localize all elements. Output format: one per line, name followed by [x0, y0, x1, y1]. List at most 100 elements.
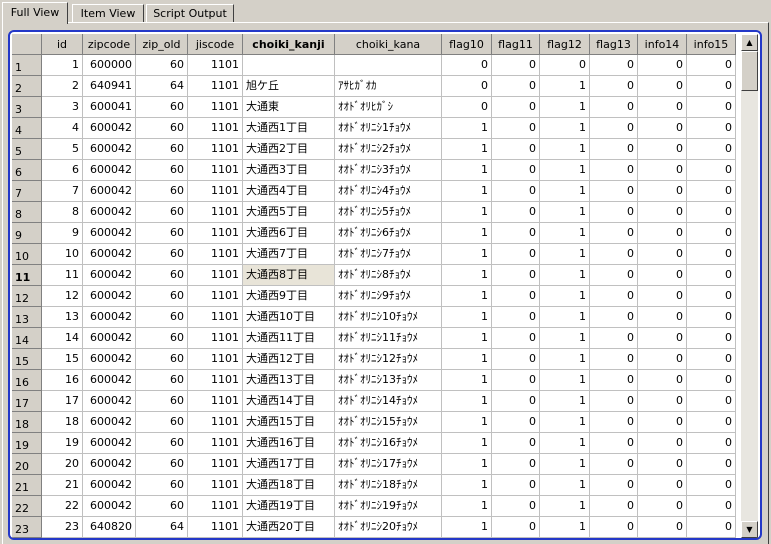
cell-choiki-kanji[interactable]: [243, 55, 335, 76]
cell-info15[interactable]: 0: [687, 97, 736, 118]
tab-item-view[interactable]: Item View: [72, 4, 144, 22]
cell-flag13[interactable]: 0: [590, 433, 638, 454]
cell-flag11[interactable]: 0: [492, 391, 540, 412]
cell-jiscode[interactable]: 1101: [188, 328, 243, 349]
cell-zip-old[interactable]: 60: [136, 97, 188, 118]
cell-jiscode[interactable]: 1101: [188, 349, 243, 370]
cell-info15[interactable]: 0: [687, 76, 736, 97]
cell-flag11[interactable]: 0: [492, 307, 540, 328]
row-header[interactable]: 1: [12, 55, 42, 76]
cell-jiscode[interactable]: 1101: [188, 391, 243, 412]
cell-flag10[interactable]: 1: [442, 160, 492, 181]
cell-choiki-kana[interactable]: ｵｵﾄﾞｵﾘﾆｼ7ﾁｮｳﾒ: [335, 244, 442, 265]
row-header[interactable]: 7: [12, 181, 42, 202]
cell-flag12[interactable]: 1: [540, 433, 590, 454]
cell-id[interactable]: 16: [42, 370, 83, 391]
cell-id[interactable]: 11: [42, 265, 83, 286]
cell-choiki-kanji[interactable]: 大通西17丁目: [243, 454, 335, 475]
cell-jiscode[interactable]: 1101: [188, 118, 243, 139]
data-grid[interactable]: id zipcode zip_old jiscode choiki_kanji choik…: [12, 34, 742, 538]
cell-zip-old[interactable]: 64: [136, 76, 188, 97]
cell-zip-old[interactable]: 60: [136, 349, 188, 370]
cell-id[interactable]: 9: [42, 223, 83, 244]
cell-choiki-kana[interactable]: ｵｵﾄﾞｵﾘﾆｼ3ﾁｮｳﾒ: [335, 160, 442, 181]
table-row[interactable]: 3 3 600041 60 1101 大通東 ｵｵﾄﾞｵﾘﾋｶﾞｼ 0 0 1 0 0 0: [12, 97, 742, 118]
row-header[interactable]: 14: [12, 328, 42, 349]
cell-info14[interactable]: 0: [638, 202, 687, 223]
cell-choiki-kana[interactable]: [335, 55, 442, 76]
table-row[interactable]: 10 10 600042 60 1101 大通西7丁目 ｵｵﾄﾞｵﾘﾆｼ7ﾁｮｳﾒ 1 0 1 0 0…: [12, 244, 742, 265]
cell-flag12[interactable]: 1: [540, 223, 590, 244]
cell-flag13[interactable]: 0: [590, 202, 638, 223]
cell-zipcode[interactable]: 600042: [83, 223, 136, 244]
table-row[interactable]: 8 8 600042 60 1101 大通西5丁目 ｵｵﾄﾞｵﾘﾆｼ5ﾁｮｳﾒ 1 0 1 0 0 0: [12, 202, 742, 223]
cell-info15[interactable]: 0: [687, 55, 736, 76]
cell-info14[interactable]: 0: [638, 265, 687, 286]
cell-info14[interactable]: 0: [638, 496, 687, 517]
cell-info14[interactable]: 0: [638, 349, 687, 370]
cell-jiscode[interactable]: 1101: [188, 517, 243, 538]
cell-flag13[interactable]: 0: [590, 118, 638, 139]
cell-id[interactable]: 15: [42, 349, 83, 370]
scrollbar-thumb[interactable]: [741, 51, 758, 91]
row-header[interactable]: 13: [12, 307, 42, 328]
row-header[interactable]: 22: [12, 496, 42, 517]
cell-zipcode[interactable]: 600041: [83, 97, 136, 118]
cell-zip-old[interactable]: 60: [136, 118, 188, 139]
arrow-up-icon[interactable]: ▲: [741, 34, 758, 51]
cell-jiscode[interactable]: 1101: [188, 223, 243, 244]
cell-flag10[interactable]: 1: [442, 139, 492, 160]
cell-flag10[interactable]: 1: [442, 454, 492, 475]
cell-zipcode[interactable]: 600042: [83, 307, 136, 328]
cell-id[interactable]: 13: [42, 307, 83, 328]
table-row[interactable]: 21 21 600042 60 1101 大通西18丁目 ｵｵﾄﾞｵﾘﾆｼ18ﾁｮｳﾒ 1 0 1…: [12, 475, 742, 496]
cell-choiki-kana[interactable]: ｵｵﾄﾞｵﾘﾆｼ20ﾁｮｳﾒ: [335, 517, 442, 538]
cell-flag12[interactable]: 1: [540, 370, 590, 391]
cell-choiki-kana[interactable]: ｵｵﾄﾞｵﾘﾆｼ17ﾁｮｳﾒ: [335, 454, 442, 475]
cell-jiscode[interactable]: 1101: [188, 433, 243, 454]
cell-info15[interactable]: 0: [687, 118, 736, 139]
row-header[interactable]: 23: [12, 517, 42, 538]
cell-zip-old[interactable]: 60: [136, 139, 188, 160]
cell-flag12[interactable]: 1: [540, 265, 590, 286]
cell-id[interactable]: 2: [42, 76, 83, 97]
cell-id[interactable]: 17: [42, 391, 83, 412]
cell-flag13[interactable]: 0: [590, 244, 638, 265]
cell-info14[interactable]: 0: [638, 307, 687, 328]
cell-flag12[interactable]: 1: [540, 139, 590, 160]
cell-zip-old[interactable]: 60: [136, 328, 188, 349]
table-row[interactable]: 13 13 600042 60 1101 大通西10丁目 ｵｵﾄﾞｵﾘﾆｼ10ﾁｮｳﾒ 1 0 1…: [12, 307, 742, 328]
cell-flag10[interactable]: 1: [442, 349, 492, 370]
cell-id[interactable]: 23: [42, 517, 83, 538]
cell-choiki-kana[interactable]: ｵｵﾄﾞｵﾘﾆｼ10ﾁｮｳﾒ: [335, 307, 442, 328]
cell-zipcode[interactable]: 600042: [83, 202, 136, 223]
cell-jiscode[interactable]: 1101: [188, 265, 243, 286]
cell-flag10[interactable]: 1: [442, 307, 492, 328]
cell-id[interactable]: 22: [42, 496, 83, 517]
cell-info15[interactable]: 0: [687, 139, 736, 160]
column-header-choiki-kanji[interactable]: choiki_kanji: [243, 34, 335, 55]
cell-flag12[interactable]: 1: [540, 475, 590, 496]
cell-flag11[interactable]: 0: [492, 286, 540, 307]
cell-zip-old[interactable]: 60: [136, 307, 188, 328]
cell-info15[interactable]: 0: [687, 349, 736, 370]
cell-choiki-kanji[interactable]: 大通西3丁目: [243, 160, 335, 181]
cell-choiki-kana[interactable]: ｵｵﾄﾞｵﾘﾆｼ11ﾁｮｳﾒ: [335, 328, 442, 349]
cell-flag13[interactable]: 0: [590, 97, 638, 118]
cell-choiki-kana[interactable]: ｱｻﾋｶﾞｵｶ: [335, 76, 442, 97]
row-header[interactable]: 11: [12, 265, 42, 286]
cell-flag13[interactable]: 0: [590, 181, 638, 202]
cell-info15[interactable]: 0: [687, 412, 736, 433]
cell-zip-old[interactable]: 60: [136, 181, 188, 202]
cell-flag12[interactable]: 1: [540, 307, 590, 328]
cell-info14[interactable]: 0: [638, 391, 687, 412]
cell-choiki-kanji[interactable]: 大通西14丁目: [243, 391, 335, 412]
cell-choiki-kanji[interactable]: 大通西18丁目: [243, 475, 335, 496]
column-header-flag13[interactable]: flag13: [590, 34, 638, 55]
cell-flag13[interactable]: 0: [590, 349, 638, 370]
cell-id[interactable]: 12: [42, 286, 83, 307]
arrow-down-icon[interactable]: ▼: [741, 521, 758, 538]
table-row[interactable]: 2 2 640941 64 1101 旭ケ丘 ｱｻﾋｶﾞｵｶ 0 0 1 0 0 0: [12, 76, 742, 97]
cell-flag12[interactable]: 1: [540, 97, 590, 118]
cell-flag13[interactable]: 0: [590, 265, 638, 286]
